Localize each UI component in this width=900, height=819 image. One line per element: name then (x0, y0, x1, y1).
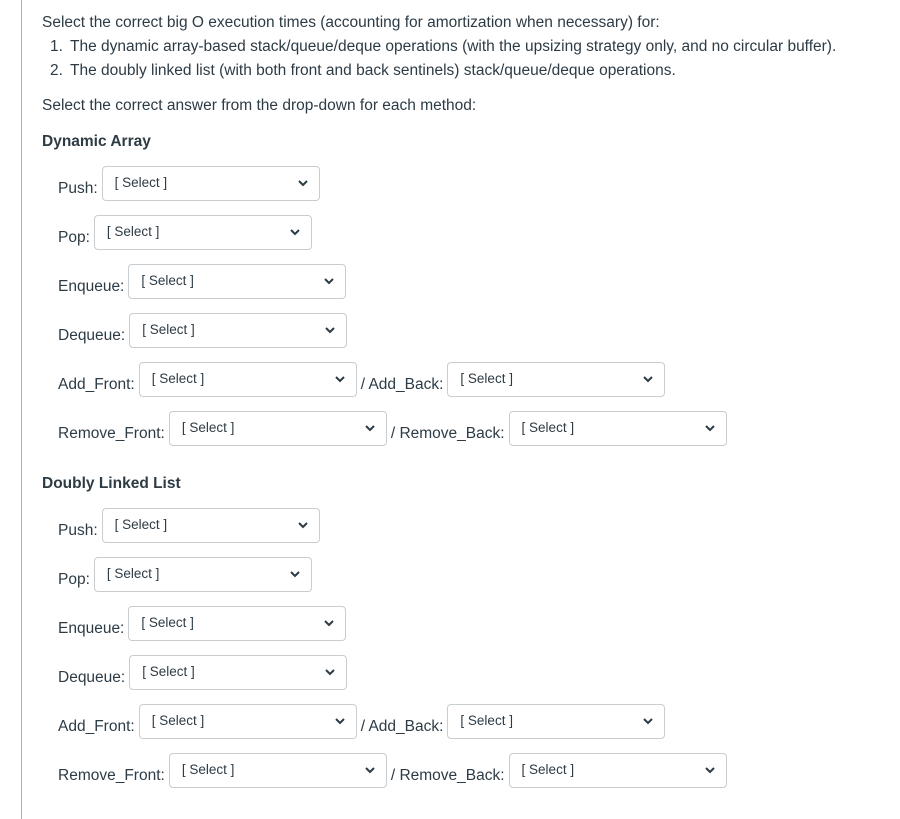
field-label: Dequeue: (58, 668, 126, 686)
dll-add-back-select[interactable]: [ Select ] (447, 704, 666, 739)
da-remove-front-select[interactable]: [ Select ] (168, 411, 387, 446)
field-label: Pop: (58, 570, 90, 588)
dll-dequeue-select[interactable]: [ Select ] (129, 655, 348, 690)
da-enqueue-select[interactable]: [ Select ] (128, 264, 347, 299)
row-dll-pop: Pop: [ Select ] (58, 557, 312, 592)
row-da-add: Add_Front: [ Select ] / Add_Back: [ Sele… (58, 362, 666, 397)
field-label: Enqueue: (58, 277, 125, 295)
chevron-down-icon (324, 620, 335, 627)
dll-remove-back-select[interactable]: [ Select ] (508, 753, 727, 788)
row-da-dequeue: Dequeue: [ Select ] (58, 313, 348, 348)
field-label: / Remove_Back: (390, 766, 505, 784)
row-dll-enqueue: Enqueue: [ Select ] (58, 606, 347, 641)
row-da-pop: Pop: [ Select ] (58, 215, 312, 250)
dll-push-select[interactable]: [ Select ] (101, 508, 320, 543)
row-dll-add: Add_Front: [ Select ] / Add_Back: [ Sele… (58, 704, 666, 739)
dll-remove-front-select[interactable]: [ Select ] (168, 753, 387, 788)
row-da-remove: Remove_Front: [ Select ] / Remove_Back: … (58, 411, 727, 446)
field-label: / Add_Back: (360, 375, 444, 393)
da-push-select[interactable]: [ Select ] (101, 166, 320, 201)
field-label: Remove_Front: (58, 766, 165, 784)
da-remove-back-select[interactable]: [ Select ] (508, 411, 727, 446)
chevron-down-icon (365, 767, 375, 774)
da-add-back-select[interactable]: [ Select ] (447, 362, 666, 397)
chevron-down-icon (325, 327, 335, 334)
dll-enqueue-select[interactable]: [ Select ] (128, 606, 347, 641)
section-title-dynamic-array: Dynamic Array (42, 133, 151, 150)
chevron-down-icon (290, 571, 300, 578)
field-label: / Add_Back: (360, 717, 444, 735)
row-da-enqueue: Enqueue: [ Select ] (58, 264, 347, 299)
da-pop-select[interactable]: [ Select ] (93, 215, 312, 250)
list-item: 1. The dynamic array-based stack/queue/d… (50, 38, 837, 55)
row-dll-dequeue: Dequeue: [ Select ] (58, 655, 348, 690)
dll-pop-select[interactable]: [ Select ] (93, 557, 312, 592)
chevron-down-icon (643, 376, 654, 383)
chevron-down-icon (334, 376, 345, 383)
row-dll-push: Push: [ Select ] (58, 508, 320, 543)
chevron-down-icon (290, 229, 300, 236)
section-title-doubly-linked-list: Doubly Linked List (42, 475, 181, 492)
row-da-push: Push: [ Select ] (58, 166, 320, 201)
field-label: Push: (58, 179, 98, 197)
field-label: Dequeue: (58, 326, 126, 344)
chevron-down-icon (704, 767, 715, 774)
chevron-down-icon (365, 425, 375, 432)
da-add-front-select[interactable]: [ Select ] (138, 362, 357, 397)
field-label: Push: (58, 521, 98, 539)
chevron-down-icon (334, 718, 345, 725)
chevron-down-icon (324, 278, 335, 285)
question-list: 1. The dynamic array-based stack/queue/d… (50, 35, 836, 83)
field-label: Add_Front: (58, 375, 135, 393)
left-border-rule (21, 0, 22, 819)
chevron-down-icon (325, 669, 335, 676)
field-label: / Remove_Back: (390, 424, 505, 442)
field-label: Pop: (58, 228, 90, 246)
chevron-down-icon (704, 425, 715, 432)
chevron-down-icon (297, 180, 308, 187)
field-label: Remove_Front: (58, 424, 165, 442)
field-label: Enqueue: (58, 619, 125, 637)
chevron-down-icon (643, 718, 654, 725)
question-intro: Select the correct big O execution times… (42, 14, 660, 31)
da-dequeue-select[interactable]: [ Select ] (129, 313, 348, 348)
field-label: Add_Front: (58, 717, 135, 735)
instruction-text: Select the correct answer from the drop-… (42, 97, 477, 114)
dll-add-front-select[interactable]: [ Select ] (138, 704, 357, 739)
row-dll-remove: Remove_Front: [ Select ] / Remove_Back: … (58, 753, 727, 788)
list-item: 2. The doubly linked list (with both fro… (50, 62, 676, 79)
chevron-down-icon (297, 522, 308, 529)
